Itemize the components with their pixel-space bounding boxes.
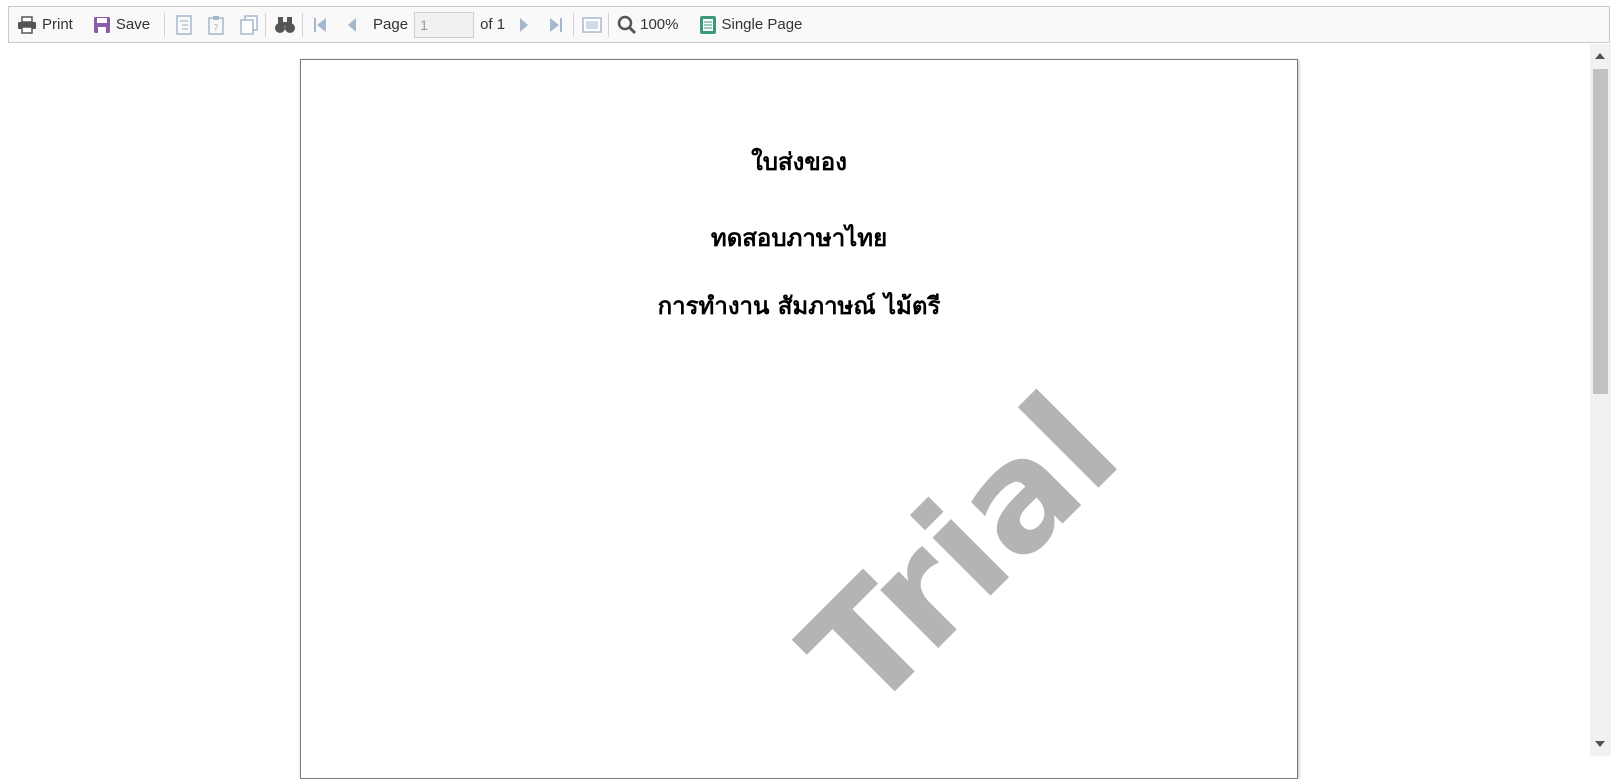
first-page-button[interactable] bbox=[313, 7, 327, 42]
document-subtitle: ทดสอบภาษาไทย bbox=[710, 223, 888, 252]
first-page-icon bbox=[313, 17, 327, 33]
find-binoculars-icon bbox=[274, 16, 296, 34]
scroll-up-arrow-icon[interactable] bbox=[1595, 53, 1605, 59]
parameters-icon: ? bbox=[207, 15, 225, 35]
vertical-scrollbar[interactable] bbox=[1590, 44, 1611, 756]
report-viewer: ใบส่งของ ทดสอบภาษาไทย การทำงาน สัมภาษณ์ … bbox=[0, 44, 1611, 779]
print-button[interactable]: Print bbox=[17, 7, 73, 42]
resources-icon bbox=[239, 14, 259, 35]
single-page-icon bbox=[699, 15, 717, 35]
page-number-input[interactable] bbox=[414, 11, 475, 38]
trial-watermark: Trial bbox=[771, 362, 1152, 744]
toolbar-separator bbox=[573, 12, 575, 37]
view-mode-button[interactable]: Single Page bbox=[699, 7, 803, 42]
page-count-label: of 1 bbox=[480, 16, 506, 33]
zoom-icon bbox=[617, 15, 637, 35]
bookmarks-icon bbox=[175, 14, 193, 35]
full-screen-button[interactable] bbox=[582, 7, 602, 42]
toolbar-separator bbox=[265, 12, 267, 37]
save-label: Save bbox=[115, 16, 151, 33]
toolbar-separator bbox=[608, 12, 610, 37]
document-text-line: การทำงาน สัมภาษณ์ ไม้ตรี bbox=[657, 291, 941, 320]
document-title: ใบส่งของ bbox=[751, 147, 847, 176]
save-button[interactable]: Save bbox=[93, 7, 150, 42]
scroll-down-arrow-icon[interactable] bbox=[1595, 741, 1605, 747]
last-page-icon bbox=[549, 17, 563, 33]
zoom-value: 100% bbox=[640, 16, 679, 33]
report-toolbar: Print Save ? Page 1 of 1 100% Single Pag… bbox=[8, 6, 1610, 43]
view-mode-label: Single Page bbox=[721, 16, 803, 33]
next-page-button[interactable] bbox=[519, 7, 529, 42]
full-screen-icon bbox=[582, 16, 602, 34]
resources-button[interactable] bbox=[239, 7, 259, 42]
find-button[interactable] bbox=[274, 7, 296, 42]
toolbar-separator bbox=[302, 12, 304, 37]
zoom-button[interactable]: 100% bbox=[617, 7, 679, 42]
last-page-button[interactable] bbox=[549, 7, 563, 42]
bookmarks-button[interactable] bbox=[175, 7, 193, 42]
report-page: ใบส่งของ ทดสอบภาษาไทย การทำงาน สัมภาษณ์ … bbox=[300, 59, 1298, 779]
print-label: Print bbox=[42, 16, 73, 33]
page-label: Page bbox=[373, 16, 409, 33]
next-page-icon bbox=[519, 17, 529, 33]
toolbar-separator bbox=[164, 12, 166, 37]
print-icon bbox=[17, 15, 37, 34]
scrollbar-thumb[interactable] bbox=[1593, 69, 1608, 394]
prev-page-button[interactable] bbox=[347, 7, 357, 42]
svg-text:?: ? bbox=[213, 23, 218, 34]
save-icon bbox=[93, 16, 111, 34]
prev-page-icon bbox=[347, 17, 357, 33]
parameters-button[interactable]: ? bbox=[207, 7, 225, 42]
